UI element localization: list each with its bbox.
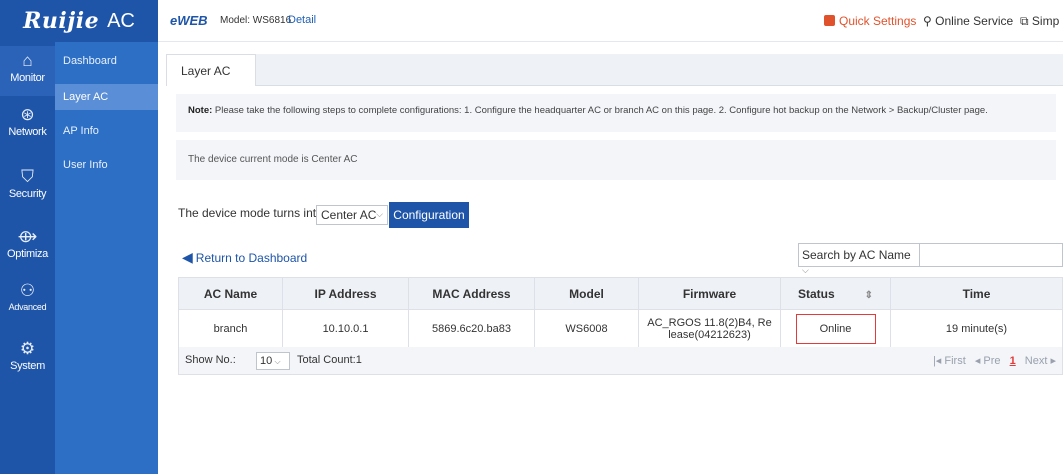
chevron-down-icon: ⌵ — [376, 209, 383, 219]
language-button[interactable]: ⧉ Simp — [1020, 14, 1059, 29]
top-bar: eWEB Model: WS6816 Detail Quick Settings… — [158, 0, 1063, 42]
eweb-logo: eWEB — [170, 13, 208, 28]
icon-rail: ⌂ Monitor ⊛ Network ⛉ Security ⟴ Optimiz… — [0, 0, 55, 474]
column-header-mac-address[interactable]: MAC Address — [408, 277, 535, 310]
column-header-ac-name[interactable]: AC Name — [178, 277, 283, 310]
chevron-down-icon: ⌵ — [272, 357, 281, 366]
mode-select[interactable]: Center AC ⌵ — [316, 205, 388, 225]
search-field-select[interactable]: Search by AC Name ⌵ — [799, 244, 920, 275]
tab-layer-ac[interactable]: Layer AC — [166, 54, 256, 86]
product-name: AC — [107, 9, 135, 32]
back-arrow-icon: ◀ — [182, 249, 193, 265]
show-number-label: Show No.: — [185, 354, 236, 366]
cell-model: WS6008 — [534, 309, 639, 348]
online-service-button[interactable]: ⚲ Online Service — [923, 14, 1013, 28]
optimize-icon: ⟴ — [17, 227, 38, 246]
cell-time: 19 minute(s) — [890, 309, 1063, 348]
headset-icon: ⚲ — [923, 14, 936, 28]
current-mode-box: The device current mode is Center AC — [176, 140, 1056, 180]
rail-item-advanced[interactable]: ⚇ Advanced — [0, 281, 55, 313]
rail-item-network[interactable]: ⊛ Network — [0, 105, 55, 139]
page-size-select[interactable]: 10 ⌵ — [256, 352, 290, 370]
rail-item-optimize[interactable]: ⟴ Optimiza — [0, 227, 55, 261]
search-input[interactable] — [921, 244, 1061, 266]
submenu-item-layer-ac[interactable]: Layer AC — [55, 84, 158, 110]
ruijie-logo: Ruijie — [23, 8, 100, 34]
column-header-status[interactable]: Status ⇕ — [780, 277, 891, 310]
note-box: Note: Please take the following steps to… — [176, 94, 1056, 132]
rail-item-monitor[interactable]: ⌂ Monitor — [0, 46, 55, 96]
language-icon: ⧉ — [1020, 14, 1032, 28]
submenu-item-ap-info[interactable]: AP Info — [55, 118, 158, 144]
pagination: |◂ First ◂ Pre 1 Next ▸ — [927, 354, 1056, 367]
cell-mac-address: 5869.6c20.ba83 — [408, 309, 535, 348]
sort-icon[interactable]: ⇕ — [865, 290, 873, 301]
return-to-dashboard-link[interactable]: ◀ Return to Dashboard — [182, 249, 307, 266]
tab-bar: Layer AC — [166, 54, 1063, 86]
table-row[interactable]: branch 10.10.0.1 5869.6c20.ba83 WS6008 A… — [178, 309, 1063, 348]
users-icon: ⚇ — [19, 281, 36, 300]
current-page[interactable]: 1 — [1010, 355, 1016, 367]
gear-icon: ⚙ — [19, 339, 36, 358]
submenu-item-dashboard[interactable]: Dashboard — [55, 48, 158, 74]
search-box: Search by AC Name ⌵ — [798, 243, 1063, 275]
shield-icon: ⛉ — [21, 167, 34, 186]
brand-logo-area: Ruijie AC — [0, 0, 158, 42]
mode-change-label: The device mode turns into — [178, 206, 323, 220]
submenu-panel: Dashboard Layer AC AP Info User Info — [55, 42, 158, 474]
table-header-row: AC Name IP Address MAC Address Model Fir… — [178, 277, 1063, 310]
total-count: Total Count:1 — [297, 354, 362, 366]
quick-settings-button[interactable]: Quick Settings — [824, 14, 916, 28]
home-icon: ⌂ — [22, 51, 33, 70]
prev-page-button[interactable]: ◂ Pre — [975, 355, 1001, 367]
submenu-item-user-info[interactable]: User Info — [55, 152, 158, 178]
cell-firmware: AC_RGOS 11.8(2)B4, Re lease(04212623) — [638, 309, 781, 348]
column-header-model[interactable]: Model — [534, 277, 639, 310]
model-label: Model: WS6816 — [220, 15, 292, 26]
cell-ac-name: branch — [178, 309, 283, 348]
configuration-button[interactable]: Configuration — [389, 202, 469, 228]
app-window: ⌂ Monitor ⊛ Network ⛉ Security ⟴ Optimiz… — [0, 0, 1063, 474]
cell-ip-address: 10.10.0.1 — [282, 309, 409, 348]
rail-item-system[interactable]: ⚙ System — [0, 339, 55, 373]
network-icon: ⊛ — [20, 105, 35, 124]
table-footer: Show No.: 10 ⌵ Total Count:1 |◂ First ◂ … — [178, 347, 1063, 375]
column-header-time[interactable]: Time — [890, 277, 1063, 310]
first-page-button[interactable]: |◂ First — [933, 355, 966, 367]
rail-item-security[interactable]: ⛉ Security — [0, 167, 55, 201]
column-header-firmware[interactable]: Firmware — [638, 277, 781, 310]
main-content: Layer AC Note: Please take the following… — [158, 42, 1063, 474]
quick-settings-icon — [824, 15, 835, 26]
chevron-down-icon: ⌵ — [802, 265, 809, 275]
next-page-button[interactable]: Next ▸ — [1025, 355, 1056, 367]
status-badge: Online — [795, 313, 876, 344]
detail-link[interactable]: Detail — [288, 14, 316, 26]
column-header-ip-address[interactable]: IP Address — [282, 277, 409, 310]
cell-status: Online — [780, 309, 891, 348]
ac-table: AC Name IP Address MAC Address Model Fir… — [178, 277, 1063, 348]
